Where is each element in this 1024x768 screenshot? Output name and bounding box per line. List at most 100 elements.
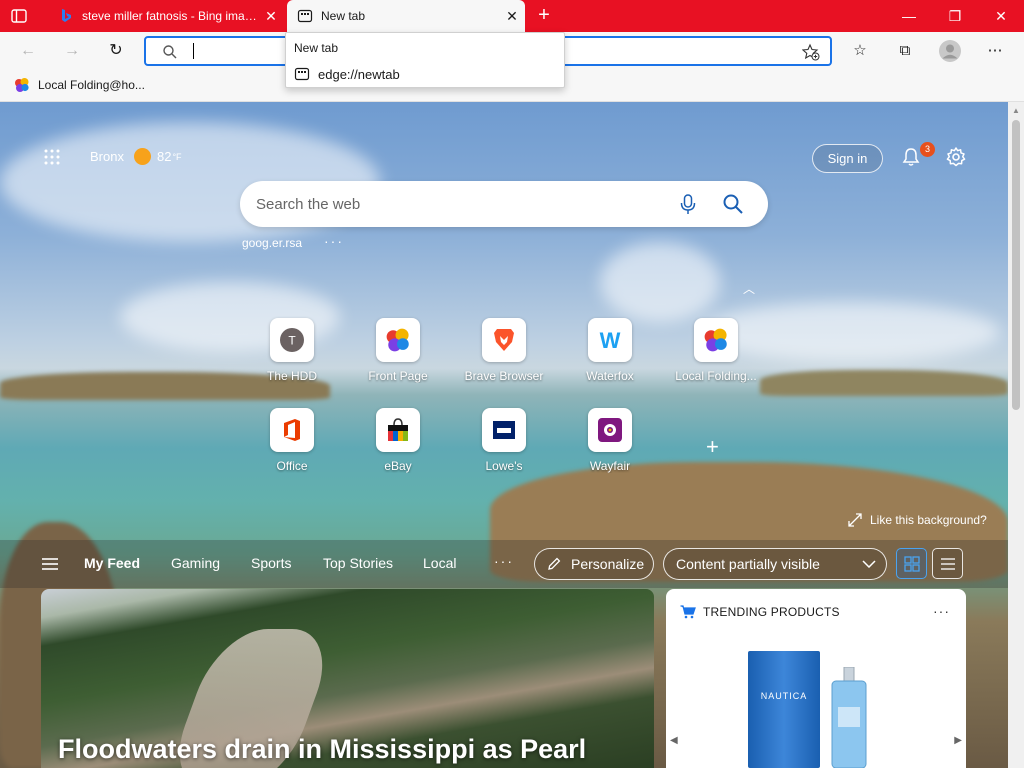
new-tab-page-icon [294,67,310,81]
svg-text:W: W [600,329,621,351]
refresh-icon[interactable]: ↻ [104,39,128,63]
close-tab-icon[interactable]: ✕ [258,8,284,25]
minimize-icon[interactable]: — [886,0,932,32]
cologne-bottle-image [831,667,867,768]
folding-at-home-icon [386,328,409,352]
sunny-icon [133,148,151,165]
page-scrollbar[interactable]: ▲ [1008,102,1024,768]
tile-label: eBay [384,459,412,473]
favorite-label: Local Folding@ho... [38,78,145,92]
tile-lowes[interactable]: Lowe's [454,408,554,473]
scroll-up-icon[interactable]: ▲ [1012,106,1020,115]
notification-count-badge: 3 [920,142,935,157]
feed-tab-gaming[interactable]: Gaming [171,555,220,571]
like-background-label: Like this background? [870,513,987,527]
collections-icon[interactable]: ⧉ [894,40,916,62]
profile-avatar-icon[interactable] [938,39,962,63]
quick-links-more-icon[interactable]: ··· [324,233,344,249]
wayfair-icon [598,418,622,442]
carousel-next-icon[interactable]: ▶ [954,735,962,746]
new-tab-button[interactable]: + [532,5,556,27]
close-tab-icon[interactable]: ✕ [499,8,525,25]
tile-label: Lowe's [485,459,523,473]
bing-icon [62,9,71,22]
weather-temperature: 82 [156,149,172,164]
tile-brave-browser[interactable]: Brave Browser [454,318,554,383]
list-view-button[interactable] [932,548,963,579]
folding-at-home-icon [15,78,29,92]
personalize-button[interactable]: Personalize [534,548,654,580]
ebay-bag-icon [388,418,408,441]
forward-arrow-icon[interactable]: → [60,39,84,63]
chevron-down-icon [862,560,876,568]
tab-actions-icon[interactable] [10,7,28,25]
news-headline[interactable]: Floodwaters drain in Mississippi as Pear… [58,734,586,765]
tab-strip: steve miller fatnosis - Bing image ✕ New… [0,0,1024,32]
notifications-bell-icon[interactable] [900,146,922,168]
feed-tab-sports[interactable]: Sports [251,555,291,571]
restore-icon[interactable]: ❐ [932,0,978,32]
carousel-prev-icon[interactable]: ◀ [670,735,678,746]
suggestion-item[interactable]: edge://newtab [294,66,400,82]
add-favorite-icon[interactable] [802,43,820,61]
search-icon[interactable] [722,193,744,215]
more-options-icon[interactable]: ⋯ [984,40,1006,62]
feed-tab-top-stories[interactable]: Top Stories [323,555,393,571]
brave-lion-icon [494,329,514,351]
settings-gear-icon[interactable] [945,146,967,168]
add-site-button[interactable]: + [706,434,719,460]
new-tab-page-icon [297,9,313,23]
trending-products-card[interactable]: TRENDING PRODUCTS ··· ◀ ▶ NAUTICA [666,589,966,768]
like-background-link[interactable]: Like this background? [848,513,987,527]
feed-tab-my-feed[interactable]: My Feed [84,555,140,571]
chevron-up-icon[interactable]: ︿ [743,280,755,297]
tab-title: New tab [321,9,366,23]
grid-view-button[interactable] [896,548,927,579]
favorite-local-folding[interactable]: Local Folding@ho... [14,77,145,93]
tile-front-page[interactable]: Front Page [348,318,448,383]
quick-link[interactable]: goog.er.rsa [242,236,302,250]
office-icon [284,419,300,441]
search-placeholder: Search the web [256,196,361,213]
favorites-icon[interactable]: ☆ [849,40,871,62]
content-visibility-label: Content partially visible [676,556,820,572]
shopping-cart-icon [680,605,696,619]
tile-ebay[interactable]: eBay [348,408,448,473]
dropdown-header: New tab [294,41,339,55]
content-visibility-dropdown[interactable]: Content partially visible [663,548,887,580]
microphone-icon[interactable] [678,193,698,215]
news-card[interactable]: Floodwaters drain in Mississippi as Pear… [41,589,654,768]
menu-icon[interactable] [42,557,58,571]
tab-bing-images[interactable]: steve miller fatnosis - Bing image ✕ [48,0,284,32]
card-more-icon[interactable]: ··· [933,603,950,619]
product-brand: NAUTICA [760,691,808,701]
tile-label: Office [276,459,308,473]
sign-in-button[interactable]: Sign in [812,144,883,173]
close-window-icon[interactable]: ✕ [978,0,1024,32]
feed-more-icon[interactable]: ··· [494,553,514,569]
feed-tab-local[interactable]: Local [423,555,456,571]
tile-label: Local Folding... [675,369,757,383]
tab-new-tab[interactable]: New tab ✕ [287,0,525,32]
app-launcher-icon[interactable] [44,149,60,165]
folding-at-home-icon [704,328,727,352]
tile-wayfair[interactable]: Wayfair [560,408,660,473]
tile-label: Waterfox [586,369,634,383]
list-view-icon [940,557,955,570]
tile-label: Brave Browser [464,369,544,383]
temperature-unit: °F [172,151,182,162]
tile-waterfox[interactable]: W Waterfox [560,318,660,383]
text-caret [193,43,194,59]
weather-widget[interactable]: Bronx 82 °F [90,148,182,165]
suggestion-url: edge://newtab [318,66,400,82]
tile-office[interactable]: Office [242,408,342,473]
scrollbar-thumb[interactable] [1012,120,1020,410]
tile-local-folding[interactable]: Local Folding... [666,318,766,383]
tile-label: Front Page [368,369,428,383]
tile-the-hdd[interactable]: T The HDD [242,318,342,383]
address-suggestions-dropdown: New tab edge://newtab [285,32,565,88]
back-arrow-icon[interactable]: ← [16,39,40,63]
tile-label: Wayfair [589,459,631,473]
product-image[interactable]: NAUTICA [748,651,820,768]
web-search-box[interactable]: Search the web [240,181,768,227]
